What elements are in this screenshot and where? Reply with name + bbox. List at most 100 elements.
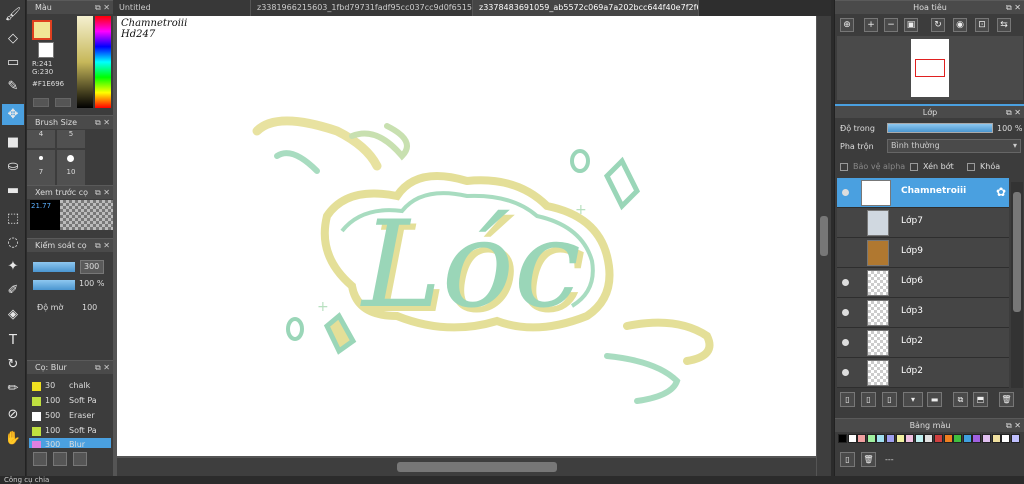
- brush-list-item[interactable]: 100 Soft Pa: [29, 394, 111, 408]
- brush-size-cell[interactable]: [27, 150, 55, 168]
- folder-icon[interactable]: ▬: [927, 392, 942, 407]
- palette-swatch[interactable]: [847, 434, 857, 443]
- palette-swatch[interactable]: [905, 434, 915, 443]
- brush-list-item[interactable]: 500 Eraser: [29, 409, 111, 423]
- fit-window-icon[interactable]: ⊡: [975, 18, 989, 32]
- tab-untitled[interactable]: Untitled: [113, 0, 251, 16]
- background-color-swatch[interactable]: [38, 42, 54, 58]
- hue-slider[interactable]: [95, 16, 111, 108]
- lock-checkbox[interactable]: [967, 163, 975, 171]
- layer-row[interactable]: Lớp9: [837, 238, 1009, 268]
- color-option-button[interactable]: [33, 98, 49, 107]
- vertical-scroll-thumb[interactable]: [820, 216, 828, 256]
- navigator-preview[interactable]: [837, 36, 1023, 100]
- brush-size-slider[interactable]: [33, 262, 75, 272]
- brush-tool-icon[interactable]: 🖌: [2, 4, 24, 25]
- panel-buttons-icon[interactable]: ⧉ ✕: [95, 239, 110, 253]
- duplicate-layer-icon[interactable]: ⧉: [953, 392, 968, 407]
- saturation-slider[interactable]: [77, 16, 93, 108]
- panel-buttons-icon[interactable]: ⧉ ✕: [1006, 419, 1021, 433]
- brush-density-value[interactable]: 100: [82, 303, 97, 312]
- brush-list-item[interactable]: 30 chalk: [29, 379, 111, 393]
- color-hex-value[interactable]: #F1E696: [32, 80, 64, 88]
- operation-tool-icon[interactable]: ↻: [2, 354, 24, 375]
- zoom-in-icon[interactable]: +: [864, 18, 878, 32]
- layer-row[interactable]: Lớp2: [837, 328, 1009, 358]
- navigator-viewport[interactable]: [915, 59, 945, 77]
- brush-size-cell[interactable]: 7: [27, 168, 55, 186]
- layer-row[interactable]: Lớp3: [837, 298, 1009, 328]
- eraser-tool-icon[interactable]: ◇: [2, 28, 24, 49]
- brush-size-cell[interactable]: 10: [57, 168, 85, 186]
- tab-image-2[interactable]: z3378483691059_ab5572c069a7a202bcc644f40…: [473, 0, 699, 16]
- magic-wand-tool-icon[interactable]: ✦: [2, 256, 24, 277]
- brush-list-item-selected[interactable]: 300 Blur: [29, 438, 111, 448]
- palette-swatch[interactable]: [982, 434, 991, 443]
- gradient-tool-icon[interactable]: ▬: [2, 180, 24, 201]
- merge-layer-icon[interactable]: ⬒: [973, 392, 988, 407]
- layer-row[interactable]: Lớp6: [837, 268, 1009, 298]
- palette-swatch[interactable]: [857, 434, 867, 443]
- canvas-horizontal-scrollbar[interactable]: [117, 458, 816, 476]
- select-rect-tool-icon[interactable]: ⬚: [2, 208, 24, 229]
- brush-opacity-slider[interactable]: [33, 280, 75, 290]
- visibility-eye-icon[interactable]: [842, 189, 849, 196]
- delete-palette-icon[interactable]: 🗑: [861, 452, 876, 467]
- zoom-out-icon[interactable]: −: [884, 18, 898, 32]
- visibility-eye-icon[interactable]: [842, 309, 849, 316]
- brush-size-value[interactable]: 300: [80, 260, 104, 274]
- panel-buttons-icon[interactable]: ⧉ ✕: [95, 1, 110, 15]
- layers-scrollbar[interactable]: [1011, 182, 1023, 388]
- move-tool-icon[interactable]: ✥: [2, 104, 24, 125]
- palette-swatch[interactable]: [1001, 434, 1011, 443]
- hand-tool-icon[interactable]: ✋: [2, 428, 24, 449]
- palette-swatch[interactable]: [876, 434, 886, 443]
- brush-size-cell[interactable]: 4: [27, 130, 55, 148]
- rotate-icon[interactable]: ↻: [931, 18, 945, 32]
- select-eraser-tool-icon[interactable]: ◈: [2, 304, 24, 325]
- visibility-eye-icon[interactable]: [842, 279, 849, 286]
- palette-swatch[interactable]: [991, 434, 1001, 443]
- palette-swatch[interactable]: [972, 434, 982, 443]
- panel-buttons-icon[interactable]: ⧉ ✕: [95, 361, 110, 375]
- bucket-tool-icon[interactable]: ⛀: [2, 156, 24, 177]
- visibility-eye-icon[interactable]: [842, 369, 849, 376]
- actual-size-icon[interactable]: ▣: [904, 18, 918, 32]
- brush-size-cell[interactable]: 5: [57, 130, 85, 148]
- palette-swatch[interactable]: [838, 434, 847, 443]
- zoom-fit-icon[interactable]: ⊕: [840, 18, 854, 32]
- lasso-tool-icon[interactable]: ◌: [2, 232, 24, 253]
- palette-swatch[interactable]: [886, 434, 895, 443]
- brush-list-item[interactable]: 100 Soft Pa: [29, 424, 111, 438]
- palette-swatch[interactable]: [1010, 434, 1020, 443]
- select-pen-tool-icon[interactable]: ✐: [2, 280, 24, 301]
- foreground-color-swatch[interactable]: [32, 20, 52, 40]
- visibility-eye-icon[interactable]: [842, 339, 849, 346]
- blend-mode-select[interactable]: Bình thường ▾: [887, 139, 1021, 153]
- layer-opacity-slider[interactable]: [887, 123, 993, 133]
- palette-swatch[interactable]: [914, 434, 924, 443]
- panel-buttons-icon[interactable]: ⧉ ✕: [95, 186, 110, 200]
- new-layer-1bit-icon[interactable]: ▯: [882, 392, 897, 407]
- fill-rect-tool-icon[interactable]: ■: [2, 132, 24, 153]
- panel-buttons-icon[interactable]: ⧉ ✕: [95, 116, 110, 130]
- panel-buttons-icon[interactable]: ⧉ ✕: [1006, 106, 1021, 120]
- eyedropper-tool-icon[interactable]: ⊘: [2, 404, 24, 425]
- layer-row[interactable]: Lớp7: [837, 208, 1009, 238]
- tab-image-1[interactable]: z3381966215603_1fbd79731fadf95cc037cc9d0…: [251, 0, 473, 16]
- text-tool-icon[interactable]: T: [2, 330, 24, 351]
- add-layer-menu-icon[interactable]: ▾: [903, 392, 923, 407]
- new-layer-8bit-icon[interactable]: ▯: [861, 392, 876, 407]
- color-option-button-2[interactable]: [55, 98, 71, 107]
- pen-tool-icon[interactable]: ✎: [2, 76, 24, 97]
- layer-row[interactable]: Lớp2: [837, 358, 1009, 388]
- new-layer-icon[interactable]: ▯: [840, 392, 855, 407]
- new-palette-icon[interactable]: ▯: [840, 452, 855, 467]
- new-brush-icon[interactable]: [53, 452, 67, 466]
- divide-tool-icon[interactable]: ✏: [2, 378, 24, 399]
- brush-settings-icon[interactable]: [33, 452, 47, 466]
- delete-layer-icon[interactable]: 🗑: [999, 392, 1014, 407]
- clipping-checkbox[interactable]: [910, 163, 918, 171]
- palette-swatch[interactable]: [962, 434, 972, 443]
- gear-icon[interactable]: ✿: [996, 185, 1006, 199]
